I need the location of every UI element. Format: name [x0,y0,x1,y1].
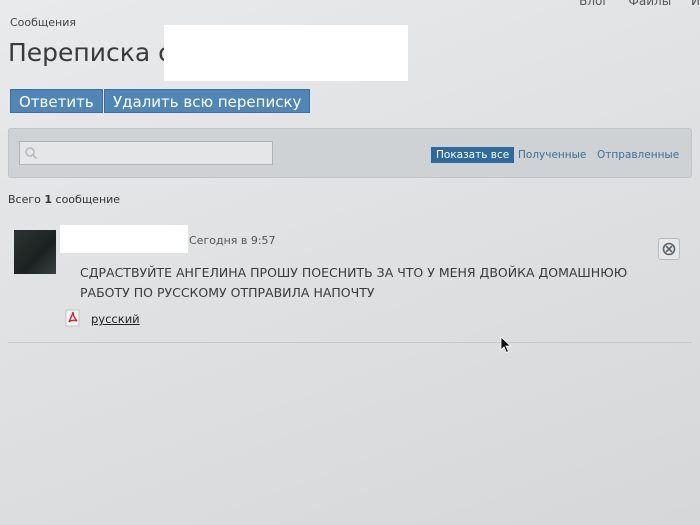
attachment-link[interactable]: русский [91,312,140,326]
search-icon [25,147,38,160]
filter-sent[interactable]: Отправленные [597,149,679,161]
count-prefix: Всего [8,193,41,206]
nav-files[interactable]: Файлы [629,0,672,8]
reply-button[interactable]: Ответить [10,89,103,113]
divider [8,342,692,343]
count-suffix: сообщение [55,193,121,206]
pdf-icon [65,309,80,327]
mouse-cursor-icon [500,336,512,354]
message-count: Всего 1 сообщение [8,193,120,206]
count-number: 1 [44,193,53,206]
filter-show-all[interactable]: Показать все [431,147,515,163]
top-nav: Блог Файлы И [563,0,700,8]
breadcrumb[interactable]: Сообщения [10,16,76,29]
redacted-name [164,25,408,81]
avatar[interactable] [14,230,56,274]
filter-received[interactable]: Полученные [518,149,586,161]
message-text: СДРАСТВУЙТЕ АНГЕЛИНА ПРОШУ ПОЕСНИТЬ ЗА Ч… [80,265,628,300]
close-icon [662,242,676,256]
delete-message-button[interactable] [658,238,680,260]
search-input[interactable] [19,141,273,165]
filter-panel: Показать все Полученные Отправленные [8,128,692,178]
nav-blog[interactable]: Блог [579,0,609,8]
nav-more[interactable]: И [691,0,700,8]
delete-all-button[interactable]: Удалить всю переписку [104,89,311,113]
redacted-sender [60,225,188,253]
message-time: Сегодня в 9:57 [189,234,276,247]
page-title: Переписка с [8,38,172,67]
